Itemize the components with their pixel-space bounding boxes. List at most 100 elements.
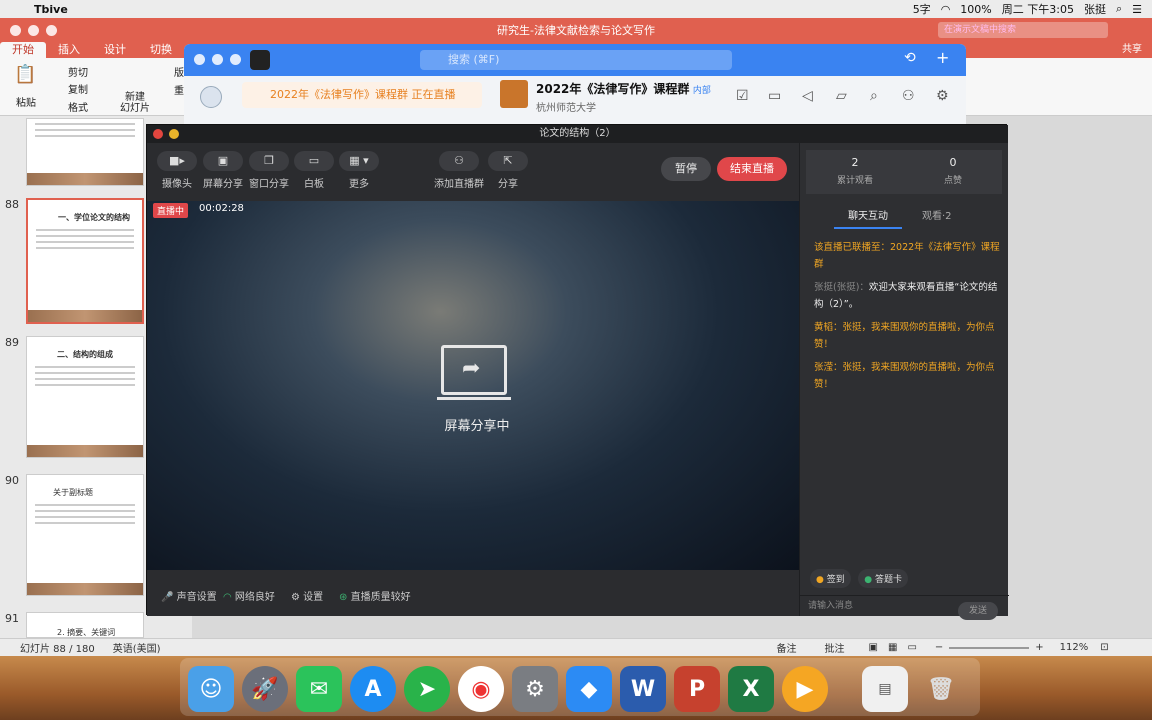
school-logo-icon[interactable] [200,86,222,108]
word-icon[interactable]: W [620,666,666,712]
whiteboard-icon: ▭ [294,151,334,171]
paste-icon[interactable]: 📋 [14,64,36,85]
dingtalk-icon[interactable]: ◆ [566,666,612,712]
layout-button[interactable]: 版 [174,64,184,79]
reading-view-icon[interactable]: ▭ [907,642,916,653]
language[interactable]: 英语(美国) [113,640,161,655]
recent-window-icon[interactable]: ▤ [862,666,908,712]
launchpad-icon[interactable]: 🚀 [242,666,288,712]
search-messages-icon[interactable]: ⌕ [870,88,878,104]
live-window-title: 论文的结构（2） [147,125,1008,143]
window-share-icon: ❐ [249,151,289,171]
chat-message: 张滢：张挺，我来围观你的直播啦，为你点赞！ [814,362,995,390]
tab-insert[interactable]: 插入 [46,42,92,58]
app-name[interactable]: Tbive [34,3,68,16]
slide-thumbnail[interactable]: 二、结构的组成 [26,336,144,458]
new-slide-button[interactable]: 新建 幻灯片 [120,92,150,114]
zoom-out-icon[interactable]: − [935,642,943,653]
tab-design[interactable]: 设计 [92,42,138,58]
add-group-button[interactable]: ⚇ 添加直播群 [429,151,489,190]
pause-button[interactable]: 暂停 [661,157,711,181]
sound-settings-button[interactable]: 🎤 声音设置 [161,588,217,603]
history-icon[interactable]: ⟲ [904,50,916,66]
share-button[interactable]: 共享 [1122,42,1142,58]
ppt-search-input[interactable]: 在演示文稿中搜索 [938,22,1108,38]
zoom-in-icon[interactable]: + [1035,642,1043,653]
dingtalk-search-input[interactable]: 搜索 (⌘F) [420,50,732,70]
telegram-icon[interactable]: ➤ [404,666,450,712]
slide-number: 88 [5,198,19,211]
dingtalk-window: 搜索 (⌘F) ⟲ + 2022年《法律写作》课程群 正在直播 2022年《法律… [184,44,966,124]
tab-viewers[interactable]: 观看·2 [922,207,952,222]
screen-sharing-base [437,397,511,400]
finder-icon[interactable]: ☺ [188,666,234,712]
settings-button[interactable]: ⚙ 设置 [291,588,323,603]
system-preferences-icon[interactable]: ⚙ [512,666,558,712]
close-icon[interactable] [153,129,163,139]
sorter-view-icon[interactable]: ▦ [888,642,897,653]
menu-icon[interactable]: ☰ [1132,3,1142,16]
chat-message: 该直播已联播至：2022年《法律写作》课程群 [814,242,1000,270]
minimize-icon[interactable] [169,129,179,139]
slide-thumbnail[interactable]: 关于副标题 [26,474,144,596]
zoom-level[interactable]: 112% [1060,642,1089,653]
search-icon[interactable]: ⌕ [1116,2,1122,16]
quality-status[interactable]: ⊛ 直播质量较好 [339,588,411,603]
settings-icon[interactable]: ⚙ [936,88,949,104]
battery-text[interactable]: 100% [960,3,991,16]
quiz-button[interactable]: ● 答题卡 [858,569,908,588]
ime-indicator[interactable]: 5字 [913,1,931,17]
wifi-icon[interactable]: ◠ [941,3,951,16]
tab-chat[interactable]: 聊天互动 [848,207,888,222]
trash-icon[interactable]: 🗑 [918,666,964,712]
live-banner[interactable]: 2022年《法律写作》课程群 正在直播 [242,82,482,108]
app-store-icon[interactable]: A [350,666,396,712]
paste-button[interactable]: 粘贴 [16,94,36,109]
share-button[interactable]: ⇱ 分享 [481,151,535,190]
tab-transitions[interactable]: 切换 [138,42,184,58]
end-live-button[interactable]: 结束直播 [717,157,787,181]
reset-button[interactable]: 重 [174,82,184,97]
more-button[interactable]: ▦ ▾ 更多 [332,151,386,190]
excel-icon[interactable]: X [728,666,774,712]
send-button[interactable]: 发送 [958,602,998,620]
comments-button[interactable]: 批注 [825,640,845,655]
wechat-icon[interactable]: ✉ [296,666,342,712]
slide-title: 2. 摘要、关键词 [57,628,116,637]
avatar[interactable] [250,50,270,70]
todo-icon[interactable]: ☑ [736,88,749,104]
notes-button[interactable]: 备注 [777,640,797,655]
signin-button[interactable]: ● 签到 [810,569,851,588]
normal-view-icon[interactable]: ▣ [869,642,878,653]
maximize-icon[interactable] [230,54,241,65]
chrome-icon[interactable]: ◉ [458,666,504,712]
slide-thumbnail-selected[interactable]: 一、学位论文的结构 [26,198,144,324]
slide-thumbnail[interactable] [26,118,144,186]
minimize-icon[interactable] [212,54,223,65]
slide-thumbnail[interactable]: 2. 摘要、关键词 [26,612,144,638]
zoom-slider[interactable] [949,646,1030,649]
copy-button[interactable]: 复制 [68,81,88,96]
group-name: 2022年《法律写作》课程群 [536,82,690,96]
folder-icon[interactable]: ▱ [836,88,847,104]
add-icon[interactable]: + [936,48,949,67]
announce-icon[interactable]: ◁ [802,88,813,104]
user-name[interactable]: 张挺 [1084,1,1106,17]
format-painter-button[interactable]: 格式 [68,99,88,114]
video-icon[interactable]: ▭ [768,88,781,104]
live-stats: 2 累计观看 0 点赞 [806,150,1002,194]
powerpoint-icon[interactable]: P [674,666,720,712]
group-header: 2022年《法律写作》课程群 内部 杭州师范大学 [500,80,711,114]
close-icon[interactable] [194,54,205,65]
add-member-icon[interactable]: ⚇ [902,88,915,104]
group-avatar[interactable] [500,80,528,108]
cut-button[interactable]: 剪切 [68,64,88,79]
network-status[interactable]: ◠ 网络良好 [223,588,275,603]
video-app-icon[interactable]: ▶ [782,666,828,712]
fit-window-icon[interactable]: ⊡ [1100,642,1108,653]
tab-home[interactable]: 开始 [0,42,46,58]
views-stat: 2 累计观看 [836,156,873,186]
slide-counter: 幻灯片 88 / 180 [20,644,95,655]
clock[interactable]: 周二 下午3:05 [1002,1,1074,17]
chat-message: 黄韬：张挺，我来围观你的直播啦，为你点赞！ [814,322,995,350]
